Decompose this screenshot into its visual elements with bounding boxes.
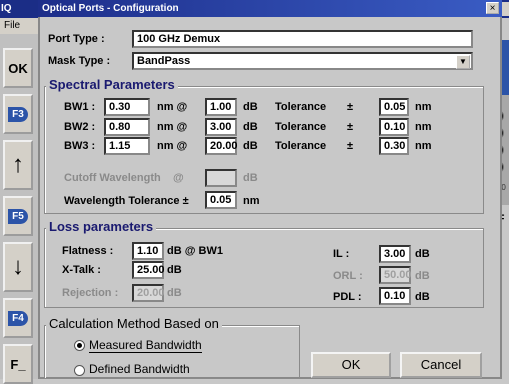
plus-minus-label: ±: [347, 101, 354, 113]
bw3-tolerance-unit: nm: [415, 140, 432, 152]
pdl-field[interactable]: 0.10: [379, 287, 411, 305]
xtalk-label: X-Talk :: [62, 264, 101, 276]
bw2-tolerance-field[interactable]: 0.10: [379, 118, 409, 136]
f4-label: F4: [8, 310, 28, 326]
close-button[interactable]: ×: [486, 2, 499, 14]
bw1-tolerance-field[interactable]: 0.05: [379, 98, 409, 116]
pdl-label: PDL :: [333, 291, 362, 303]
xtalk-field[interactable]: 25.00: [132, 261, 165, 279]
flatness-field[interactable]: 1.10: [132, 242, 164, 260]
bw1-tolerance-unit: nm: [415, 101, 432, 113]
arrow-up-icon: ↑: [12, 151, 24, 178]
bw1-field[interactable]: 0.30: [104, 98, 150, 116]
app-logo: IQ: [1, 3, 12, 14]
background-left-panel: OK F3 ↑ F5 ↓ F4 F_: [0, 34, 38, 384]
up-arrow-button[interactable]: ↑: [3, 140, 33, 190]
wavelength-tolerance-field[interactable]: 0.05: [205, 191, 237, 209]
measured-bandwidth-radio[interactable]: [74, 340, 85, 351]
dialog-title: Optical Ports - Configuration: [38, 0, 502, 17]
bw3-db-field[interactable]: 20.00: [205, 137, 238, 155]
bw2-field[interactable]: 0.80: [104, 118, 150, 136]
port-type-label: Port Type :: [48, 33, 105, 45]
bw3-tolerance-label: Tolerance: [275, 140, 327, 152]
down-arrow-button[interactable]: ↓: [3, 242, 33, 292]
wavelength-tolerance-label: Wavelength Tolerance ±: [64, 195, 189, 207]
il-field[interactable]: 3.00: [379, 245, 411, 263]
rejection-field: 20.00: [132, 284, 165, 302]
flatness-unit: dB @ BW1: [167, 245, 223, 257]
il-unit: dB: [415, 248, 430, 260]
f5-label: F5: [8, 208, 28, 224]
close-icon: ×: [489, 3, 496, 14]
ok-side-label: OK: [8, 60, 28, 76]
cancel-button[interactable]: Cancel: [400, 352, 482, 378]
loss-parameters-title: Loss parameters: [46, 219, 157, 234]
plus-minus-label: ±: [347, 121, 354, 133]
bw1-db-field[interactable]: 1.00: [205, 98, 237, 116]
bw3-field[interactable]: 1.15: [104, 137, 150, 155]
bw1-nm-at-label: nm @: [157, 101, 188, 113]
bw3-db-unit: dB: [243, 140, 258, 152]
flatness-label: Flatness :: [62, 245, 114, 257]
port-type-field[interactable]: 100 GHz Demux: [132, 30, 473, 48]
bw2-nm-at-label: nm @: [157, 121, 188, 133]
bw2-db-unit: dB: [243, 121, 258, 133]
bw1-tolerance-label: Tolerance: [275, 101, 327, 113]
f4-button[interactable]: F4: [3, 298, 33, 338]
calculation-method-title: Calculation Method Based on: [46, 316, 222, 331]
orl-unit: dB: [415, 270, 430, 282]
bw1-label: BW1 :: [64, 101, 96, 113]
bw3-label: BW3 :: [64, 140, 96, 152]
bw3-tolerance-field[interactable]: 0.30: [379, 137, 409, 155]
mask-type-value: BandPass: [137, 55, 191, 67]
f-underscore-label: F_: [10, 356, 26, 372]
bw1-db-unit: dB: [243, 101, 258, 113]
bw2-label: BW2 :: [64, 121, 96, 133]
chevron-down-icon[interactable]: ▼: [456, 55, 470, 69]
f-underscore-button[interactable]: F_: [3, 344, 33, 384]
cutoff-db-unit: dB: [243, 172, 258, 184]
orl-label: ORL :: [333, 270, 363, 282]
measured-bandwidth-label[interactable]: Measured Bandwidth: [89, 338, 202, 353]
xtalk-unit: dB: [167, 264, 182, 276]
menu-file[interactable]: File: [0, 18, 38, 34]
f3-label: F3: [8, 106, 28, 122]
cutoff-at-label: @: [173, 172, 184, 184]
rejection-unit: dB: [167, 287, 182, 299]
bw2-tolerance-label: Tolerance: [275, 121, 327, 133]
bw3-nm-at-label: nm @: [157, 140, 188, 152]
cutoff-wavelength-field: [205, 169, 237, 187]
wavelength-tolerance-unit: nm: [243, 195, 260, 207]
f5-button[interactable]: F5: [3, 196, 33, 236]
cutoff-wavelength-label: Cutoff Wavelength: [64, 172, 161, 184]
defined-bandwidth-radio[interactable]: [74, 365, 85, 376]
mask-type-dropdown[interactable]: BandPass ▼: [132, 52, 473, 70]
bw2-db-field[interactable]: 3.00: [205, 118, 237, 136]
ok-side-button[interactable]: OK: [3, 48, 33, 88]
pdl-unit: dB: [415, 291, 430, 303]
f3-button[interactable]: F3: [3, 94, 33, 134]
mask-type-label: Mask Type :: [48, 55, 111, 67]
spectral-parameters-title: Spectral Parameters: [46, 77, 178, 92]
ok-button[interactable]: OK: [311, 352, 391, 378]
orl-field: 50.00: [379, 266, 412, 284]
arrow-down-icon: ↓: [12, 253, 24, 280]
defined-bandwidth-label[interactable]: Defined Bandwidth: [89, 362, 190, 376]
bw2-tolerance-unit: nm: [415, 121, 432, 133]
plus-minus-label: ±: [347, 140, 354, 152]
il-label: IL :: [333, 248, 350, 260]
rejection-label: Rejection :: [62, 287, 119, 299]
